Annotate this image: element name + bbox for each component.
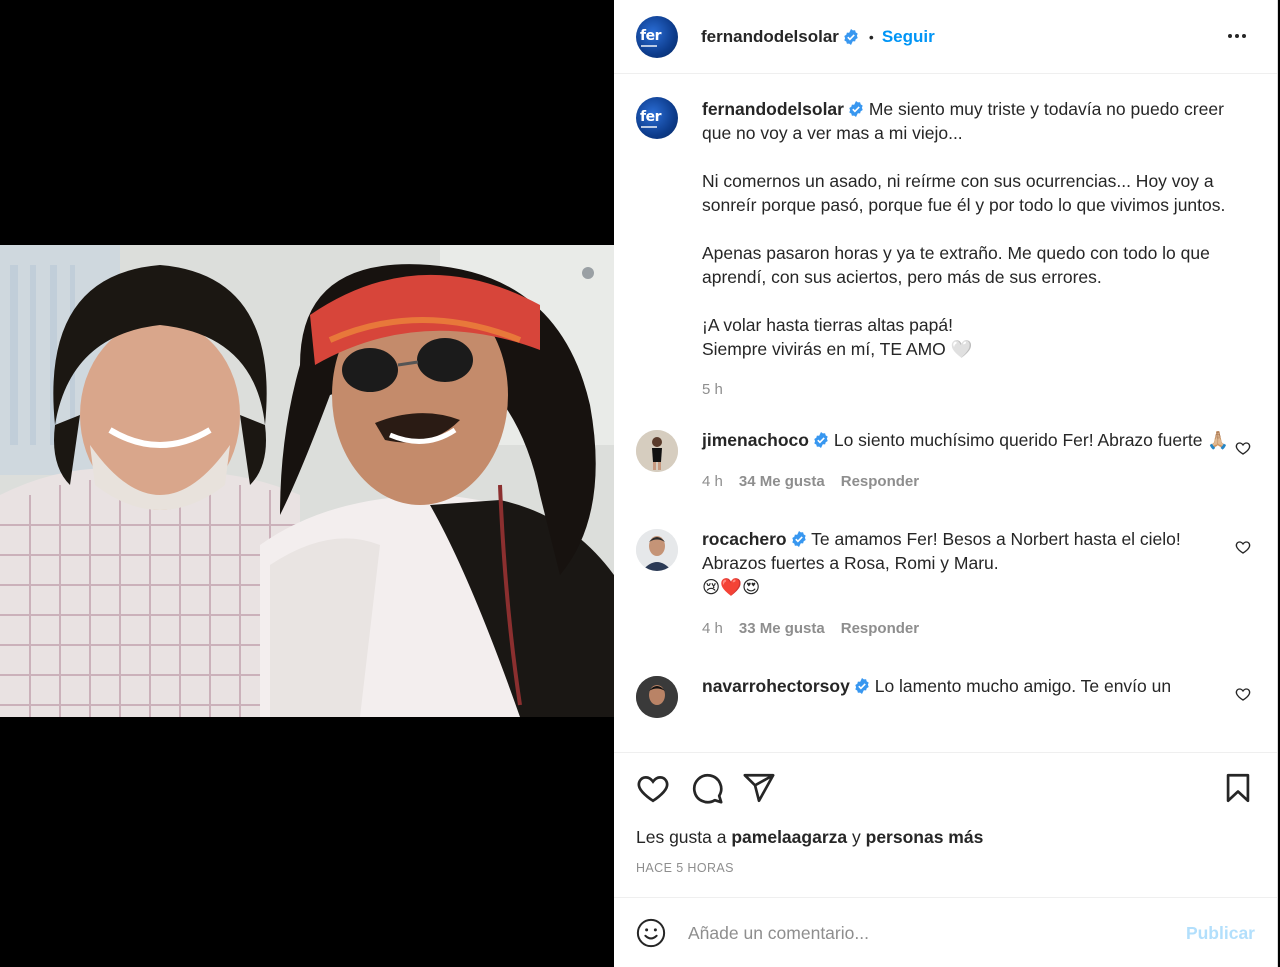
post-side-panel: fer fernandodelsolar • Seguir fer fernan… bbox=[614, 0, 1278, 967]
commenter-avatar[interactable] bbox=[636, 430, 678, 472]
liker-username[interactable]: pamelaagarza bbox=[731, 827, 847, 847]
comment-username[interactable]: navarrohectorsoy bbox=[702, 676, 850, 696]
post-actions: Les gusta a pamelaagarza y personas más … bbox=[614, 752, 1277, 967]
comment-text: Lo lamento mucho amigo. Te envío un bbox=[874, 676, 1172, 696]
avatar-photo bbox=[636, 529, 678, 571]
more-options-icon[interactable] bbox=[1225, 24, 1249, 48]
likes-conj: y bbox=[852, 827, 861, 847]
comment-likes[interactable]: 34 Me gusta bbox=[739, 470, 825, 494]
reply-button[interactable]: Responder bbox=[841, 470, 919, 494]
reply-button[interactable]: Responder bbox=[841, 617, 919, 641]
comment-text: Lo siento muchísimo querido Fer! Abrazo … bbox=[833, 430, 1230, 450]
comment-username[interactable]: rocachero bbox=[702, 529, 787, 549]
likes-prefix: Les gusta a bbox=[636, 827, 727, 847]
comment-likes[interactable]: 33 Me gusta bbox=[739, 617, 825, 641]
verified-badge-icon bbox=[844, 28, 858, 45]
post-header: fer fernandodelsolar • Seguir bbox=[614, 0, 1277, 74]
like-comment-icon[interactable] bbox=[1235, 539, 1251, 555]
comment-item: jimenachoco Lo siento muchísimo querido … bbox=[636, 428, 1253, 494]
comment-bubble-icon[interactable] bbox=[690, 771, 724, 805]
commenter-avatar[interactable] bbox=[636, 529, 678, 571]
caption-text: Me siento muy triste y todavía no puedo … bbox=[702, 99, 1226, 359]
comment-input[interactable] bbox=[688, 922, 1168, 944]
caption-username[interactable]: fernandodelsolar bbox=[702, 99, 844, 119]
author-avatar[interactable]: fer bbox=[636, 15, 678, 58]
caption-author-avatar[interactable]: fer bbox=[636, 97, 678, 139]
avatar-photo bbox=[636, 676, 678, 718]
action-icons bbox=[636, 771, 1255, 805]
comment-item: navarrohectorsoy Lo lamento mucho amigo.… bbox=[636, 674, 1253, 718]
avatar-logo-text: fer bbox=[640, 27, 662, 44]
post-photo bbox=[0, 245, 614, 717]
comments-section[interactable]: fer fernandodelsolar Me siento muy trist… bbox=[614, 75, 1277, 752]
post-media[interactable] bbox=[0, 0, 614, 967]
commenter-avatar[interactable] bbox=[636, 676, 678, 718]
emoji-icon[interactable] bbox=[636, 918, 666, 948]
post-timestamp[interactable]: HACE 5 HORAS bbox=[636, 861, 734, 875]
verified-badge-icon bbox=[849, 101, 863, 117]
caption: fer fernandodelsolar Me siento muy trist… bbox=[636, 95, 1253, 402]
likes-others-link[interactable]: personas más bbox=[866, 827, 984, 847]
comment-time[interactable]: 4 h bbox=[702, 617, 723, 641]
avatar-logo-text: fer bbox=[640, 109, 662, 125]
save-bookmark-icon[interactable] bbox=[1221, 771, 1255, 805]
photo-illustration bbox=[0, 245, 614, 717]
like-comment-icon[interactable] bbox=[1235, 686, 1251, 702]
comment-item: rocachero Te amamos Fer! Besos a Norbert… bbox=[636, 527, 1253, 641]
add-comment-bar: Publicar bbox=[614, 897, 1277, 967]
comment-username[interactable]: jimenachoco bbox=[702, 430, 809, 450]
like-comment-icon[interactable] bbox=[1235, 440, 1251, 456]
likes-summary: Les gusta a pamelaagarza y personas más bbox=[636, 827, 983, 848]
separator-dot: • bbox=[868, 28, 874, 45]
share-send-icon[interactable] bbox=[742, 771, 776, 805]
publish-button[interactable]: Publicar bbox=[1186, 923, 1255, 944]
verified-badge-icon bbox=[855, 678, 869, 694]
verified-badge-icon bbox=[791, 531, 806, 547]
follow-button[interactable]: Seguir bbox=[882, 27, 935, 47]
verified-badge-icon bbox=[814, 432, 828, 448]
author-username[interactable]: fernandodelsolar bbox=[701, 27, 839, 47]
like-heart-icon[interactable] bbox=[636, 771, 670, 805]
avatar-photo bbox=[636, 430, 678, 472]
comment-time[interactable]: 4 h bbox=[702, 470, 723, 494]
caption-time[interactable]: 5 h bbox=[702, 378, 723, 402]
